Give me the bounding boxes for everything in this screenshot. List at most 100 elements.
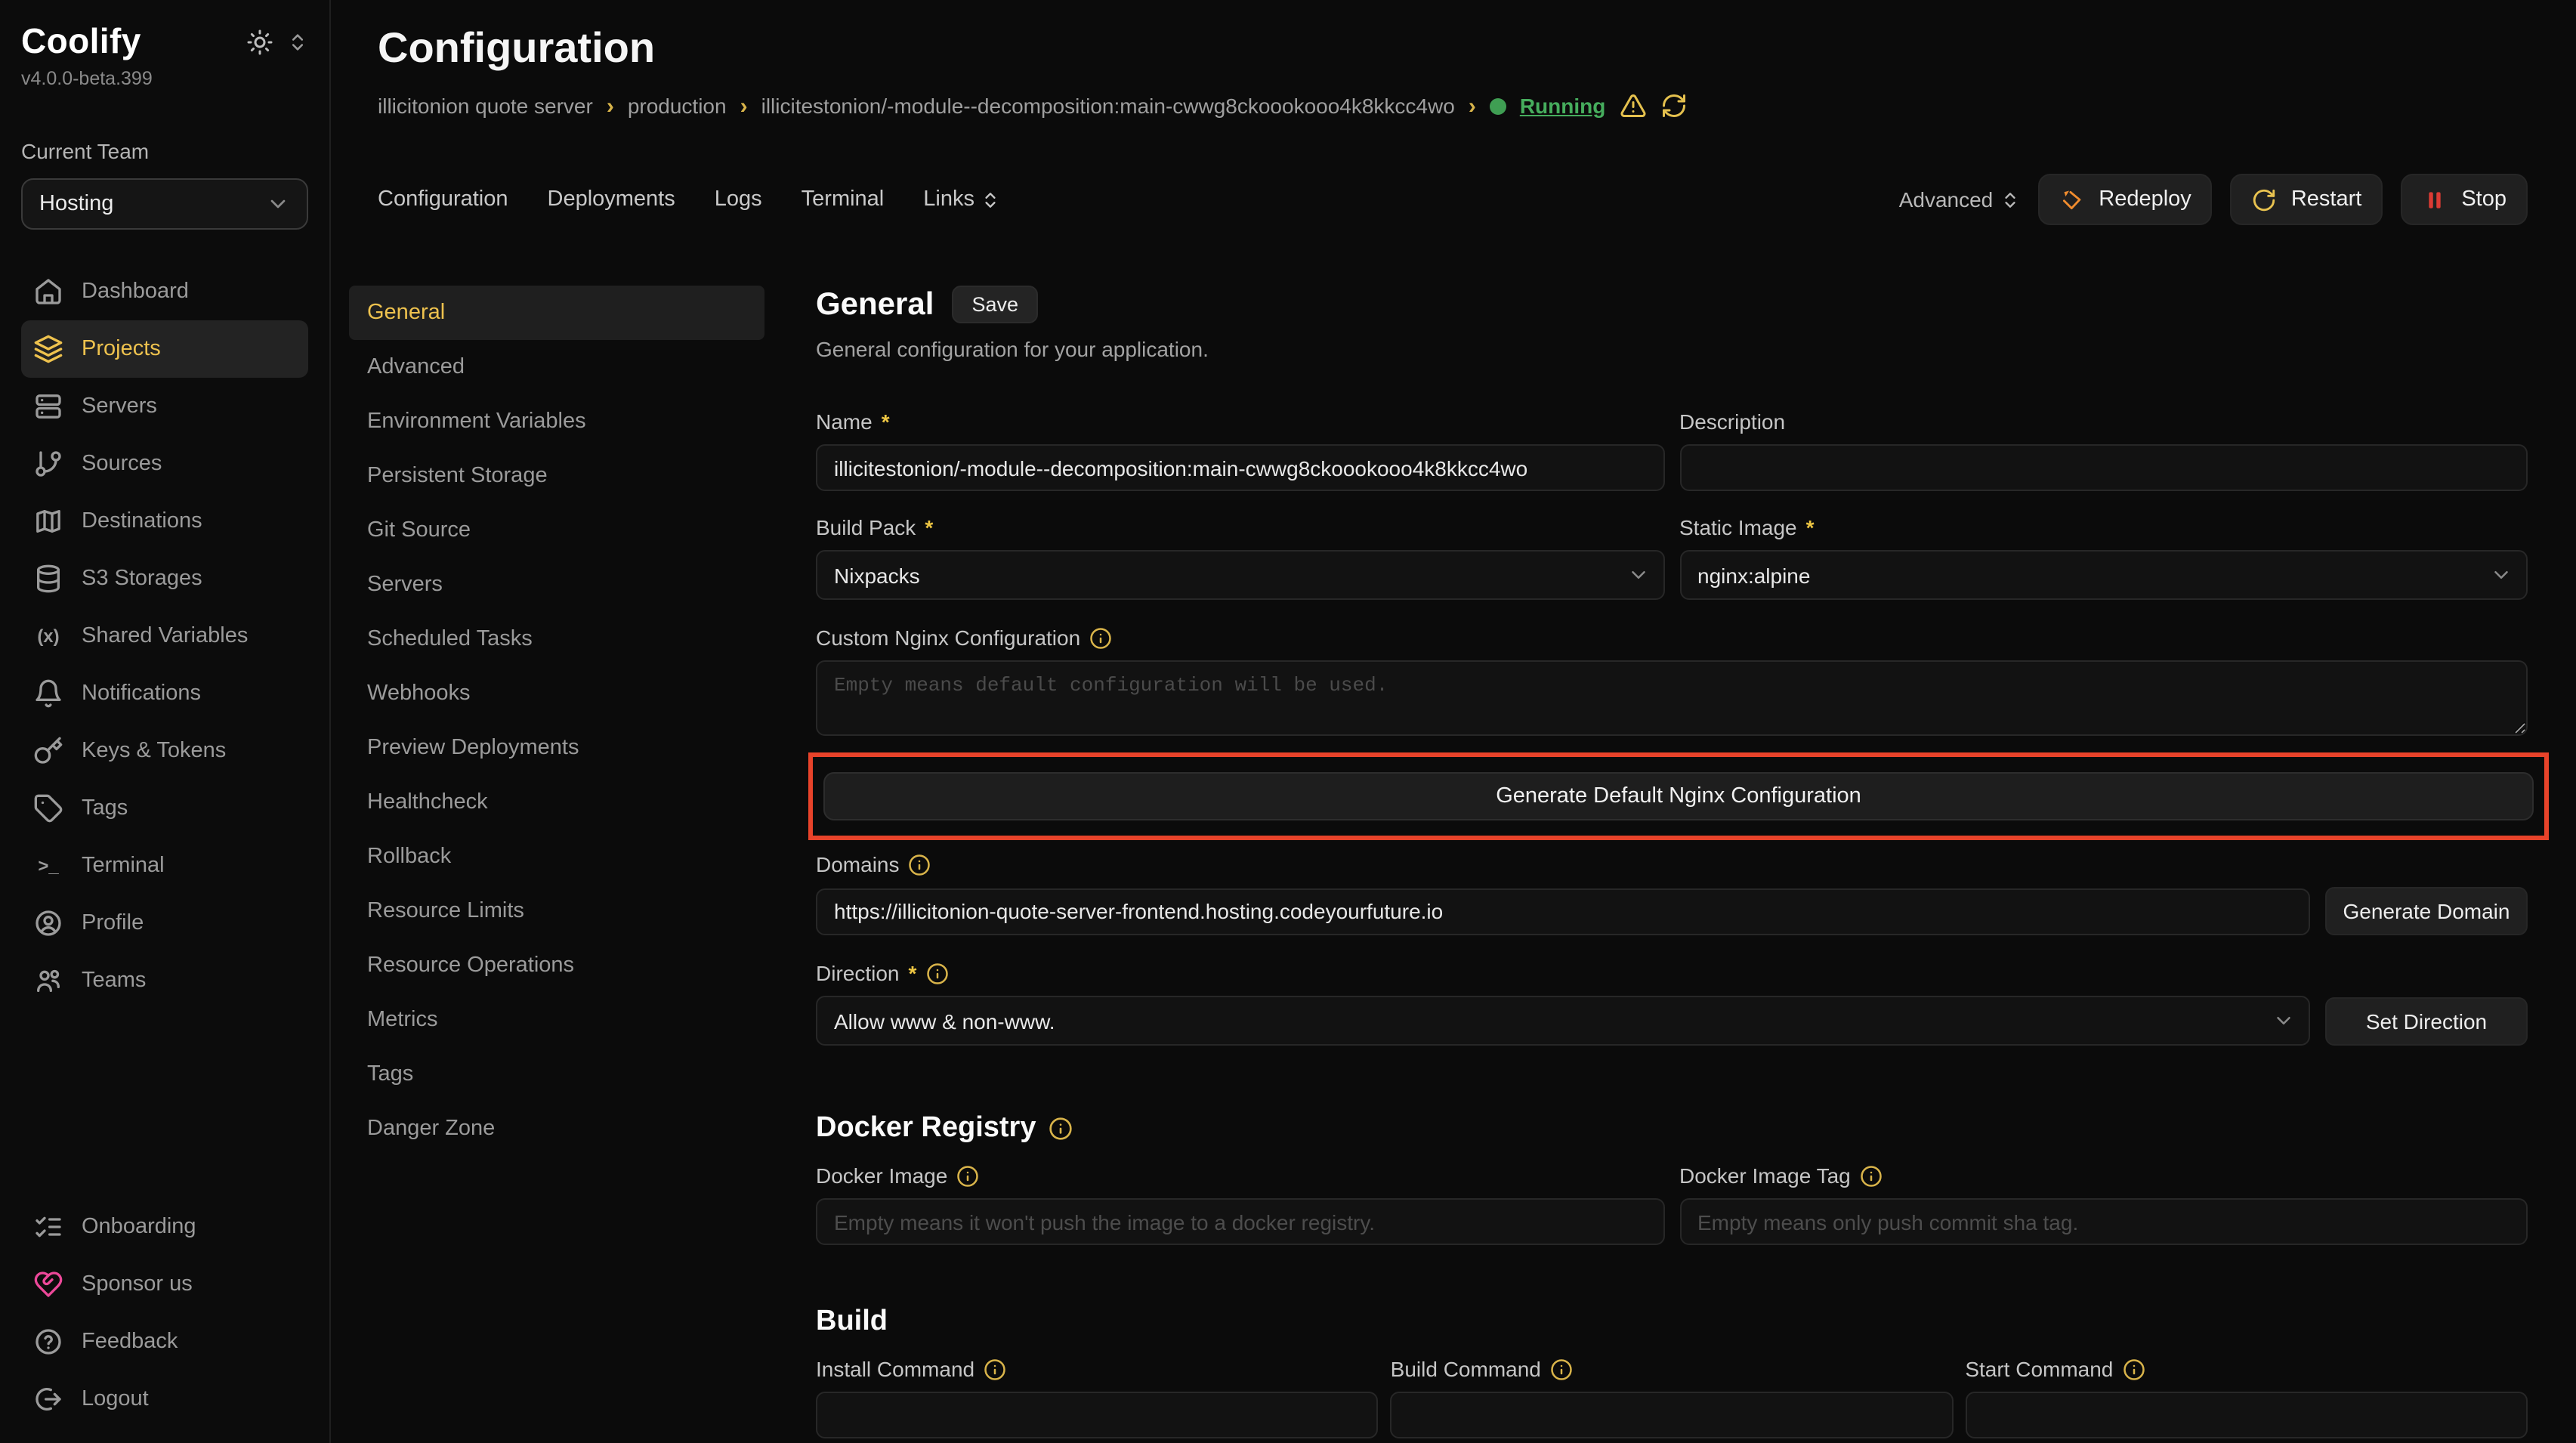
sidebar-item-label: Profile <box>82 911 144 935</box>
status-badge[interactable]: Running <box>1520 94 1606 118</box>
sidebar-item-profile[interactable]: Profile <box>21 895 308 952</box>
info-icon[interactable] <box>956 1164 979 1187</box>
info-icon[interactable] <box>984 1358 1006 1380</box>
direction-label: Direction <box>816 961 900 985</box>
sidebar-item-tags[interactable]: Tags <box>21 780 308 837</box>
subnav-item-resource-limits[interactable]: Resource Limits <box>349 884 764 938</box>
sidebar-item-projects[interactable]: Projects <box>21 320 308 378</box>
set-direction-button[interactable]: Set Direction <box>2325 997 2528 1045</box>
nginx-config-label: Custom Nginx Configuration <box>816 626 1080 650</box>
sidebar-item-servers[interactable]: Servers <box>21 378 308 435</box>
git-branch-icon <box>33 449 63 479</box>
build-pack-value: Nixpacks <box>834 563 920 587</box>
build-command-input[interactable] <box>1391 1392 1954 1438</box>
config-subnav: General Advanced Environment Variables P… <box>349 261 764 1443</box>
name-input[interactable] <box>816 444 1664 491</box>
sidebar-item-dashboard[interactable]: Dashboard <box>21 263 308 320</box>
subnav-item-healthcheck[interactable]: Healthcheck <box>349 775 764 830</box>
team-select[interactable]: Hosting <box>21 178 308 230</box>
sidebar-item-sponsor-us[interactable]: Sponsor us <box>21 1256 308 1313</box>
subnav-item-resource-operations[interactable]: Resource Operations <box>349 938 764 993</box>
build-pack-select[interactable]: Nixpacks <box>816 550 1664 600</box>
domains-input[interactable] <box>816 888 2310 935</box>
info-icon[interactable] <box>925 962 948 984</box>
breadcrumb-project[interactable]: illicitonion quote server <box>378 94 593 118</box>
main-area: Configuration illicitonion quote server … <box>331 0 2576 1443</box>
domains-label: Domains <box>816 852 900 876</box>
sidebar-item-label: Dashboard <box>82 280 189 304</box>
breadcrumb-application[interactable]: illicitestonion/-module--decomposition:m… <box>761 94 1455 118</box>
start-command-input[interactable] <box>1965 1392 2528 1438</box>
sidebar-item-terminal[interactable]: >_ Terminal <box>21 837 308 895</box>
breadcrumb-environment[interactable]: production <box>628 94 727 118</box>
app-logo: Coolify <box>21 21 141 62</box>
restart-button[interactable]: Restart <box>2231 174 2383 225</box>
info-icon[interactable] <box>1860 1164 1883 1187</box>
chevrons-up-down-icon[interactable] <box>287 32 308 53</box>
info-icon[interactable] <box>1089 626 1112 649</box>
advanced-dropdown[interactable]: Advanced <box>1899 187 2021 212</box>
database-icon <box>33 564 63 594</box>
restart-label: Restart <box>2291 187 2362 212</box>
sidebar-item-feedback[interactable]: Feedback <box>21 1313 308 1370</box>
theme-toggle-sun-icon[interactable] <box>246 29 273 56</box>
subnav-item-servers[interactable]: Servers <box>349 558 764 612</box>
subnav-item-persistent-storage[interactable]: Persistent Storage <box>349 449 764 503</box>
sidebar-item-destinations[interactable]: Destinations <box>21 493 308 550</box>
sidebar-item-label: Notifications <box>82 681 201 706</box>
tab-logs[interactable]: Logs <box>715 187 762 212</box>
key-icon <box>33 736 63 766</box>
save-button[interactable]: Save <box>952 286 1038 323</box>
description-input[interactable] <box>1679 444 2528 491</box>
direction-select[interactable]: Allow www & non-www. <box>816 996 2310 1046</box>
sidebar-nav: Dashboard Projects Servers Sources Desti… <box>21 263 308 1009</box>
sidebar-item-teams[interactable]: Teams <box>21 952 308 1009</box>
sidebar-item-shared-variables[interactable]: (x) Shared Variables <box>21 607 308 665</box>
app-window: Coolify v4.0.0-beta.399 Current Team Hos… <box>0 0 2576 1443</box>
stop-button[interactable]: Stop <box>2401 174 2528 225</box>
redeploy-button[interactable]: Redeploy <box>2038 174 2213 225</box>
server-icon <box>33 391 63 422</box>
subnav-item-rollback[interactable]: Rollback <box>349 830 764 884</box>
sidebar-item-notifications[interactable]: Notifications <box>21 665 308 722</box>
sidebar-item-keys-tokens[interactable]: Keys & Tokens <box>21 722 308 780</box>
info-icon[interactable] <box>909 853 931 876</box>
sidebar-item-onboarding[interactable]: Onboarding <box>21 1198 308 1256</box>
docker-image-input[interactable] <box>816 1198 1664 1245</box>
sidebar-item-s3-storages[interactable]: S3 Storages <box>21 550 308 607</box>
sidebar-footer: Onboarding Sponsor us Feedback Logout <box>21 1198 308 1428</box>
install-command-input[interactable] <box>816 1392 1379 1438</box>
sidebar-item-logout[interactable]: Logout <box>21 1370 308 1428</box>
subnav-item-general[interactable]: General <box>349 286 764 340</box>
subnav-item-scheduled-tasks[interactable]: Scheduled Tasks <box>349 612 764 666</box>
info-icon[interactable] <box>1048 1117 1072 1141</box>
status-dot <box>1490 97 1506 114</box>
subnav-item-tags[interactable]: Tags <box>349 1047 764 1102</box>
nginx-config-textarea[interactable] <box>816 660 2528 736</box>
tab-links[interactable]: Links <box>923 187 1000 212</box>
required-asterisk: * <box>1806 515 1815 539</box>
info-icon[interactable] <box>1550 1358 1573 1380</box>
chevron-down-icon <box>2490 564 2513 586</box>
subnav-item-webhooks[interactable]: Webhooks <box>349 666 764 721</box>
tab-deployments[interactable]: Deployments <box>548 187 675 212</box>
tab-configuration[interactable]: Configuration <box>378 187 508 212</box>
info-icon[interactable] <box>2122 1358 2145 1380</box>
alert-triangle-icon[interactable] <box>1619 92 1646 119</box>
tab-terminal[interactable]: Terminal <box>802 187 885 212</box>
docker-image-tag-input[interactable] <box>1679 1198 2528 1245</box>
sidebar-item-sources[interactable]: Sources <box>21 435 308 493</box>
subnav-item-metrics[interactable]: Metrics <box>349 993 764 1047</box>
subnav-item-preview-deployments[interactable]: Preview Deployments <box>349 721 764 775</box>
subnav-item-environment-variables[interactable]: Environment Variables <box>349 394 764 449</box>
home-icon <box>33 277 63 307</box>
chevrons-up-down-icon <box>2000 190 2020 209</box>
generate-nginx-config-button[interactable]: Generate Default Nginx Configuration <box>823 772 2534 820</box>
subnav-item-danger-zone[interactable]: Danger Zone <box>349 1102 764 1156</box>
start-command-label: Start Command <box>1965 1357 2113 1381</box>
subnav-item-git-source[interactable]: Git Source <box>349 503 764 558</box>
static-image-select[interactable]: nginx:alpine <box>1679 550 2528 600</box>
subnav-item-advanced[interactable]: Advanced <box>349 340 764 394</box>
generate-domain-button[interactable]: Generate Domain <box>2325 887 2528 935</box>
refresh-icon[interactable] <box>1660 92 1687 119</box>
